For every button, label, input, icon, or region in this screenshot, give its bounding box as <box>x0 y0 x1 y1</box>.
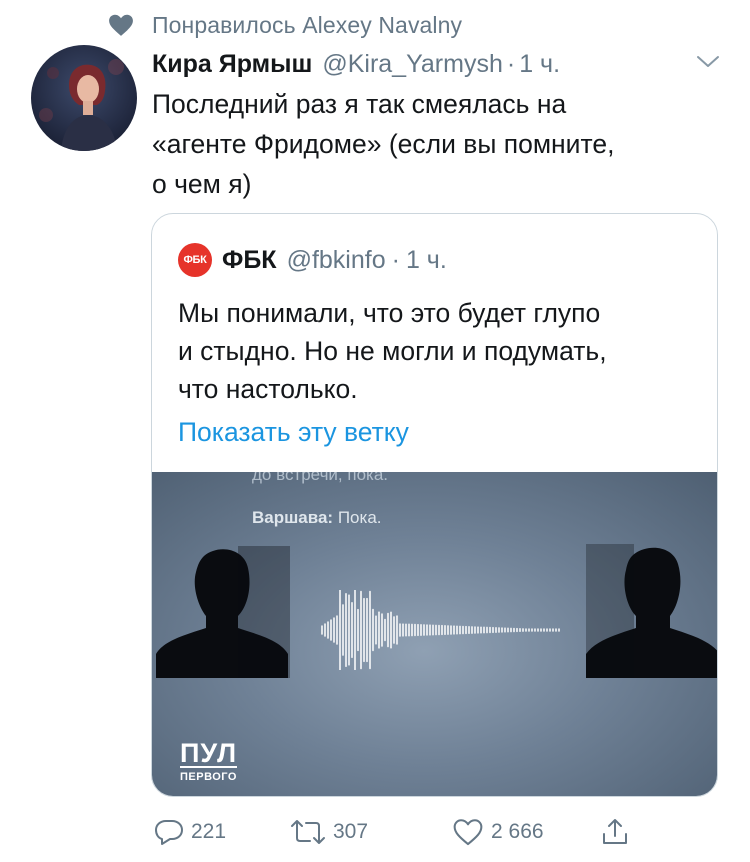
video-caption-top: до встречи, пока. <box>252 472 389 484</box>
retweet-button[interactable]: 307 <box>290 815 368 849</box>
pul-logo-big: ПУЛ <box>180 738 238 768</box>
tweet-text-line: о чем я) <box>152 169 252 199</box>
heart-icon <box>453 819 483 846</box>
avatar[interactable] <box>31 45 137 151</box>
fbk-logo-text: ФБК <box>183 254 207 266</box>
fbk-logo-avatar[interactable]: ФБК <box>178 243 212 277</box>
tweet-timestamp[interactable]: 1 ч. <box>519 50 560 79</box>
quoted-timestamp[interactable]: 1 ч. <box>406 246 447 275</box>
avatar-image <box>31 45 137 151</box>
reply-icon <box>155 820 183 845</box>
quoted-author-handle[interactable]: @fbkinfo <box>287 246 386 275</box>
quoted-text-line: что настолько. <box>178 374 358 404</box>
social-context-text[interactable]: Понравилось Alexey Navalny <box>152 12 462 39</box>
person-silhouette-right <box>586 544 717 678</box>
video-caption-line: Варшава: Пока. <box>252 508 382 528</box>
quoted-text-line: и стыдно. Но не могли и подумать, <box>178 336 607 366</box>
author-name[interactable]: Кира Ярмыш <box>152 50 312 79</box>
tweet-text-line: Последний раз я так смеялась на <box>152 89 567 119</box>
tweet-text: Последний раз я так смеялась на «агенте … <box>152 84 722 204</box>
quoted-author-name[interactable]: ФБК <box>222 246 277 275</box>
quoted-text-line: Мы понимали, что это будет глупо <box>178 298 601 328</box>
like-count: 2 666 <box>491 820 544 843</box>
heart-icon <box>109 14 133 36</box>
like-button[interactable]: 2 666 <box>452 815 544 849</box>
quoted-tweet-card[interactable]: ФБК ФБК @fbkinfo · 1 ч. Мы понимали, что… <box>151 213 718 797</box>
pul-logo-small: ПЕРВОГО <box>180 771 237 783</box>
reply-count: 221 <box>191 820 227 843</box>
author-handle[interactable]: @Kira_Yarmysh <box>322 50 503 79</box>
reply-button[interactable]: 221 <box>154 815 226 849</box>
person-silhouette-left <box>156 546 290 678</box>
video-caption-speech: Пока. <box>337 508 382 527</box>
chevron-down-icon[interactable] <box>696 52 720 72</box>
separator-dot: · <box>506 49 516 78</box>
tweet-text-line: «агенте Фридоме» (если вы помните, <box>152 129 615 159</box>
share-icon <box>603 819 627 844</box>
quoted-media-video[interactable]: до встречи, пока. Варшава: Пока. ПУЛ ПЕР… <box>152 472 717 796</box>
video-caption-speaker: Варшава: <box>252 508 334 527</box>
share-button[interactable] <box>600 815 630 849</box>
audio-waveform <box>321 590 560 670</box>
tweet-header: Кира Ярмыш @Kira_Yarmysh · 1 ч. <box>152 44 560 84</box>
pul-pervogo-logo: ПУЛ ПЕРВОГО <box>180 738 238 783</box>
retweet-icon <box>291 820 325 844</box>
quoted-tweet-text: Мы понимали, что это будет глупо и стыдн… <box>178 294 708 408</box>
quoted-tweet-header: ФБК ФБК @fbkinfo · 1 ч. <box>178 242 447 278</box>
separator-dot: · <box>391 245 400 274</box>
retweet-count: 307 <box>333 820 369 843</box>
social-context: Понравилось Alexey Navalny <box>108 10 462 40</box>
show-thread-link[interactable]: Показать эту ветку <box>178 417 409 448</box>
